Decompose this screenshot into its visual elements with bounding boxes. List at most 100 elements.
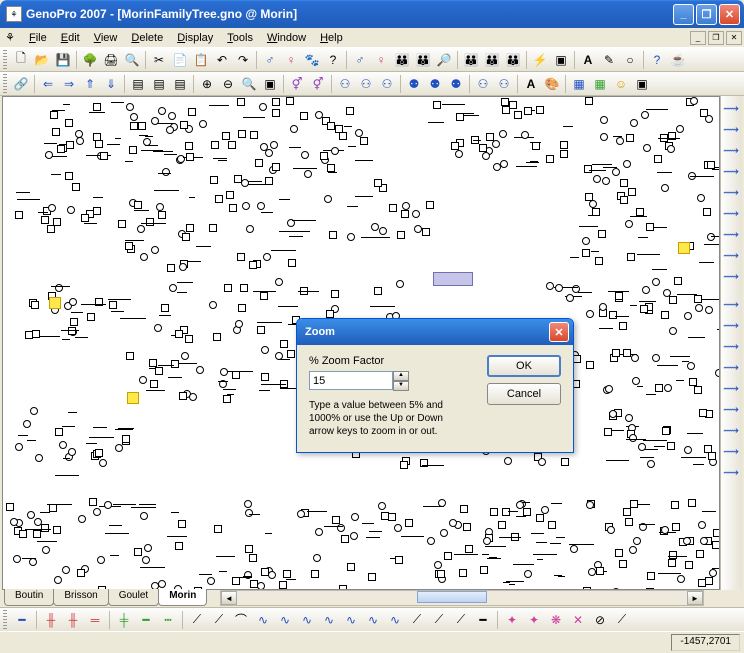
person-node[interactable]: [609, 311, 617, 319]
vtool-17[interactable]: ⟿: [721, 441, 741, 461]
person-node[interactable]: [67, 206, 75, 214]
vtool-3[interactable]: ⟿: [721, 140, 741, 160]
person-node[interactable]: [548, 521, 556, 529]
person-node[interactable]: [93, 103, 101, 111]
vtool-5[interactable]: ⟿: [721, 182, 741, 202]
vtool-16[interactable]: ⟿: [721, 420, 741, 440]
person-node[interactable]: [52, 128, 60, 136]
person-node[interactable]: [55, 428, 63, 436]
person-node[interactable]: [42, 546, 50, 554]
person-node[interactable]: [341, 535, 349, 543]
person-node[interactable]: [347, 233, 355, 241]
person-node[interactable]: [196, 366, 204, 374]
person-node[interactable]: [709, 569, 717, 577]
paste-icon[interactable]: 📋: [191, 50, 211, 70]
person-node[interactable]: [229, 204, 237, 212]
person-node[interactable]: [315, 111, 323, 119]
rel18-icon[interactable]: ⟋: [407, 610, 427, 630]
person-node[interactable]: [626, 134, 634, 142]
person-node[interactable]: [672, 523, 680, 531]
person-node[interactable]: [389, 204, 397, 212]
person-node[interactable]: [573, 355, 581, 363]
person-node[interactable]: [290, 125, 298, 133]
coffee-icon[interactable]: ☕: [668, 50, 688, 70]
save-icon[interactable]: 💾: [53, 50, 73, 70]
close-button[interactable]: ✕: [719, 4, 740, 25]
person-node[interactable]: [331, 290, 339, 298]
person-node[interactable]: [623, 349, 631, 357]
pencil-icon[interactable]: ✎: [599, 50, 619, 70]
person-node[interactable]: [313, 554, 321, 562]
person-node[interactable]: [263, 253, 271, 261]
person-node[interactable]: [100, 152, 108, 160]
person-node[interactable]: [15, 443, 23, 451]
person-node[interactable]: [607, 526, 615, 534]
person-node[interactable]: [327, 122, 335, 130]
person-node[interactable]: [712, 541, 720, 549]
family5-icon[interactable]: 👪: [503, 50, 523, 70]
nav-left-icon[interactable]: ⇐: [38, 74, 58, 94]
person-node[interactable]: [401, 210, 409, 218]
person-node[interactable]: [636, 208, 644, 216]
vtool-10[interactable]: ⟿: [721, 294, 741, 314]
family2-icon[interactable]: 👪: [413, 50, 433, 70]
person-node[interactable]: [93, 207, 101, 215]
person-node[interactable]: [270, 141, 278, 149]
person-node[interactable]: [329, 231, 337, 239]
person-node[interactable]: [652, 278, 660, 286]
highlight-node[interactable]: [127, 392, 139, 404]
person-node[interactable]: [220, 368, 228, 376]
person-node[interactable]: [331, 147, 339, 155]
person-node[interactable]: [532, 142, 540, 150]
person-node[interactable]: [45, 151, 53, 159]
person-node[interactable]: [696, 550, 704, 558]
family-icon[interactable]: 👪: [392, 50, 412, 70]
person-node[interactable]: [240, 284, 248, 292]
person-node[interactable]: [631, 354, 639, 362]
person-node[interactable]: [593, 175, 601, 183]
person-node[interactable]: [69, 298, 77, 306]
person-node[interactable]: [400, 461, 408, 469]
female2-icon[interactable]: ♀: [371, 50, 391, 70]
person-node[interactable]: [501, 98, 509, 106]
person-node[interactable]: [166, 126, 174, 134]
person-node[interactable]: [210, 176, 218, 184]
person-node[interactable]: [561, 458, 569, 466]
person-node[interactable]: [498, 521, 506, 529]
person-node[interactable]: [700, 537, 708, 545]
person-node[interactable]: [93, 508, 101, 516]
female-icon[interactable]: ♀: [281, 50, 301, 70]
person-node[interactable]: [168, 112, 176, 120]
unknown-icon[interactable]: ?: [323, 50, 343, 70]
person-node[interactable]: [209, 224, 217, 232]
person-node[interactable]: [346, 107, 354, 115]
person-node[interactable]: [154, 324, 162, 332]
person-node[interactable]: [433, 101, 441, 109]
person-node[interactable]: [616, 137, 624, 145]
person-node[interactable]: [669, 327, 677, 335]
person-node[interactable]: [444, 552, 452, 560]
person-node[interactable]: [327, 164, 335, 172]
person-node[interactable]: [125, 242, 133, 250]
person-node[interactable]: [65, 172, 73, 180]
person-node[interactable]: [612, 349, 620, 357]
person-node[interactable]: [246, 225, 254, 233]
person-node[interactable]: [140, 253, 148, 261]
person-node[interactable]: [65, 119, 73, 127]
tree5-icon[interactable]: ⚉: [425, 74, 445, 94]
zoom-icon[interactable]: 🔍: [239, 74, 259, 94]
vtool-9[interactable]: ⟿: [721, 266, 741, 286]
person-node[interactable]: [109, 301, 117, 309]
person-node[interactable]: [335, 125, 343, 133]
person-node[interactable]: [600, 133, 608, 141]
mdi-restore[interactable]: ❐: [708, 31, 724, 45]
person-node[interactable]: [89, 498, 97, 506]
person-node[interactable]: [287, 350, 295, 358]
person-node[interactable]: [142, 556, 150, 564]
person-node[interactable]: [630, 119, 638, 127]
person-node[interactable]: [104, 501, 112, 509]
person-node[interactable]: [66, 141, 74, 149]
person-node[interactable]: [134, 548, 142, 556]
toolbar3-grip[interactable]: [3, 610, 7, 630]
person-node[interactable]: [661, 526, 669, 534]
